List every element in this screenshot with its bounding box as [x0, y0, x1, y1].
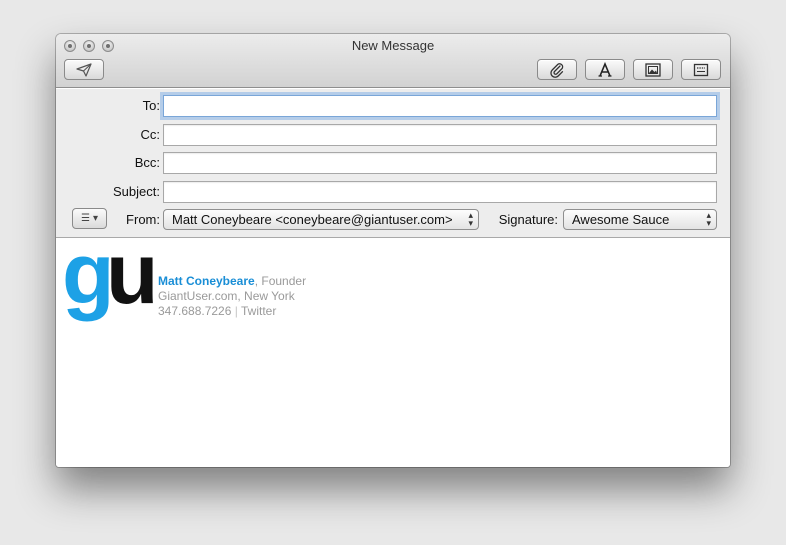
signature-phone: 347.688.7226 [158, 304, 232, 318]
logo-letter-u: u [106, 226, 159, 322]
signature-select[interactable]: Awesome Sauce ▴ ▾ [563, 209, 717, 230]
logo-letter-g: g [62, 226, 115, 322]
signature-separator: | [231, 304, 241, 318]
giantuser-logo: g u [62, 226, 159, 322]
signature-line-1: Matt Coneybeare, Founder [158, 274, 306, 289]
to-label: To: [142, 98, 160, 113]
compose-window: New Message To: Cc: Bcc: Subject: ☰ ▾ Fr… [56, 34, 730, 467]
to-field[interactable] [163, 95, 717, 117]
send-button[interactable] [64, 59, 104, 80]
from-select-value: Matt Coneybeare <coneybeare@giantuser.co… [172, 212, 453, 227]
cc-field[interactable] [163, 124, 717, 146]
bcc-label: Bcc: [134, 155, 160, 170]
photo-browser-icon [645, 62, 661, 77]
message-body[interactable]: g u Matt Coneybeare, Founder GiantUser.c… [56, 226, 730, 467]
bcc-field[interactable] [163, 152, 717, 174]
subject-field[interactable] [163, 181, 717, 203]
header-fields-button[interactable] [681, 59, 721, 80]
cc-label: Cc: [140, 127, 161, 142]
popup-arrows-icon: ▴ ▾ [706, 210, 711, 228]
paper-plane-icon [76, 62, 92, 77]
header-fields-icon [693, 63, 709, 76]
window-title: New Message [351, 38, 435, 53]
signature-role: , Founder [254, 274, 307, 288]
attach-button[interactable] [537, 59, 577, 80]
paperclip-icon [550, 62, 564, 78]
from-select[interactable]: Matt Coneybeare <coneybeare@giantuser.co… [163, 209, 479, 230]
signature-twitter-link[interactable]: Twitter [241, 304, 276, 318]
fonts-button[interactable] [585, 59, 625, 80]
signature-line-3: 347.688.7226 | Twitter [158, 304, 306, 319]
subject-label: Subject: [113, 184, 160, 199]
signature-line-2: GiantUser.com, New York [158, 289, 295, 303]
email-signature: Matt Coneybeare, Founder GiantUser.com, … [158, 274, 306, 319]
message-header-fields: To: Cc: Bcc: Subject: ☰ ▾ From: Matt Con… [56, 89, 730, 238]
signature-select-value: Awesome Sauce [572, 212, 670, 227]
photo-browser-button[interactable] [633, 59, 673, 80]
title-bar: New Message [56, 34, 730, 88]
signature-name-link[interactable]: Matt Coneybeare [158, 274, 255, 288]
signature-label: Signature: [498, 212, 558, 227]
letter-a-icon [598, 61, 612, 77]
